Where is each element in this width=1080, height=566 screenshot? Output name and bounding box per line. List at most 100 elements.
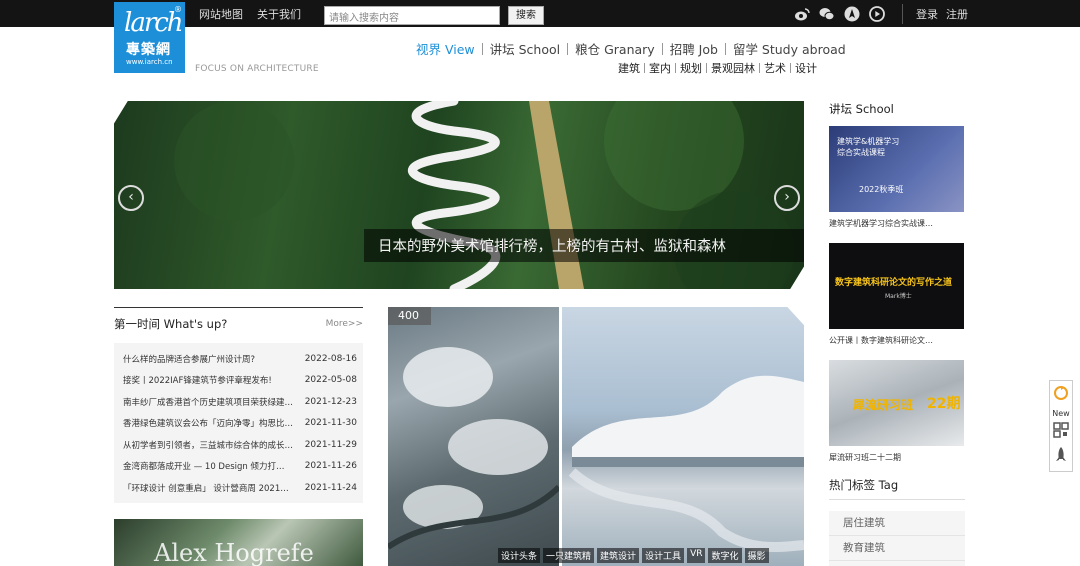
news-date: 2021-11-29: [304, 439, 357, 450]
hero-next-button[interactable]: ›: [774, 185, 800, 211]
account-links: 登录 注册: [916, 0, 968, 27]
card-caption[interactable]: 犀流研习班二十二期: [829, 452, 964, 463]
subnav-planning[interactable]: 规划: [676, 60, 706, 76]
subnav-landscape[interactable]: 景观园林: [707, 60, 759, 76]
news-title[interactable]: 金湾商都落成开业 — 10 Design 倾力打…: [123, 460, 295, 472]
subnav-design[interactable]: 设计: [791, 60, 821, 76]
tag-link[interactable]: 教育建筑: [829, 536, 965, 561]
thumbnail-text: Alex Hogrefe: [154, 539, 314, 566]
floating-toolbar: New: [1049, 380, 1073, 472]
whats-up-title: 第一时间 What's up?: [114, 316, 228, 331]
card-caption[interactable]: 公开课丨数字建筑科研论文…: [829, 335, 964, 346]
qrcode-icon[interactable]: [1053, 422, 1069, 442]
register-link[interactable]: 注册: [946, 6, 968, 22]
news-title[interactable]: 南丰纱厂成香港首个历史建筑项目荣获绿建…: [123, 396, 295, 408]
news-title[interactable]: 「环球设计 创意重启」 设计營商周 2021…: [123, 482, 295, 494]
news-title[interactable]: 从初学者到引领者，三益城市综合体的成长…: [123, 439, 295, 451]
hero-slider[interactable]: ‹ › 日本的野外美术馆排行榜，上榜的有古村、监狱和森林: [114, 101, 804, 289]
news-date: 2021-11-26: [304, 461, 357, 472]
news-date: 2021-11-24: [304, 482, 357, 493]
logo-cjk: 專築網: [126, 42, 171, 58]
card-image-title: 犀流研习班: [853, 398, 914, 412]
card-image-sub: Mark博士: [885, 293, 912, 300]
sitemap-link[interactable]: 网站地图: [199, 6, 243, 22]
subnav-art[interactable]: 艺术: [760, 60, 790, 76]
whats-up-header: 第一时间 What's up? More>>: [114, 307, 363, 339]
tag-chip[interactable]: 一只建筑精: [543, 548, 595, 563]
list-item[interactable]: 从初学者到引领者，三益城市综合体的成长… 2021-11-29: [123, 434, 357, 456]
nav-school[interactable]: 讲坛 School: [483, 39, 567, 58]
news-title[interactable]: 香港绿色建筑议会公布「迈向净零」构思比…: [123, 417, 295, 429]
list-item[interactable]: 金湾商都落成开业 — 10 Design 倾力打… 2021-11-26: [123, 456, 357, 478]
hero-prev-button[interactable]: ‹: [118, 185, 144, 211]
hot-tags: 居住建筑 教育建筑: [829, 511, 965, 566]
list-item[interactable]: 什么样的品牌适合参展广州设计周? 2022-08-16: [123, 348, 357, 370]
subnav-architecture[interactable]: 建筑: [618, 60, 644, 76]
hero-caption[interactable]: 日本的野外美术馆排行榜，上榜的有古村、监狱和森林: [364, 229, 804, 262]
news-date: 2021-11-30: [304, 418, 357, 429]
nav-granary[interactable]: 粮仓 Granary: [568, 39, 662, 58]
tagline: FOCUS ON ARCHITECTURE: [195, 64, 319, 74]
news-title[interactable]: 什么样的品牌适合参展广州设计周?: [123, 353, 295, 365]
lotus-icon[interactable]: [844, 6, 860, 22]
sub-nav: 建筑 室内 规划 景观园林 艺术 设计: [618, 60, 821, 76]
nav-view[interactable]: 视界 View: [416, 39, 482, 58]
refresh-icon[interactable]: [1053, 385, 1069, 405]
feature-article[interactable]: 400 设计头条 一只建筑精 建筑设计 设计工具 VR 数字化 摄影: [388, 307, 804, 566]
card-image-sub: 2022秋季班: [859, 185, 904, 194]
search-input[interactable]: 请输入搜索内容: [324, 6, 500, 25]
news-date: 2022-08-16: [304, 353, 357, 364]
new-label[interactable]: New: [1052, 409, 1069, 418]
tags-title: 热门标签 Tag: [829, 477, 965, 500]
top-links: 网站地图 关于我们: [199, 0, 301, 27]
news-date: 2021-12-23: [304, 396, 357, 407]
news-list: 什么样的品牌适合参展广州设计周? 2022-08-16 接奖丨2022IAF锋建筑…: [114, 343, 363, 503]
card-image: 建筑学&机器学习 综合实战课程 2022秋季班: [829, 126, 964, 212]
school-title: 讲坛 School: [829, 102, 894, 116]
logo-url: www.iarch.cn: [126, 58, 173, 66]
search-button[interactable]: 搜索: [508, 6, 544, 25]
logo-latin: larch: [124, 8, 184, 38]
tag-chip[interactable]: 摄影: [744, 548, 769, 563]
card-caption[interactable]: 建筑学机器学习综合实战课…: [829, 218, 964, 229]
card-image-title: 数字建筑科研论文的写作之道: [835, 278, 953, 288]
tag-chip[interactable]: 设计工具: [642, 548, 685, 563]
wechat-icon[interactable]: [819, 6, 835, 22]
login-link[interactable]: 登录: [916, 6, 938, 22]
article-thumbnail[interactable]: Alex Hogrefe: [114, 519, 363, 566]
school-card[interactable]: 数字建筑科研论文的写作之道 Mark博士 公开课丨数字建筑科研论文…: [829, 243, 964, 346]
rocket-icon[interactable]: [1053, 446, 1069, 468]
list-item[interactable]: 「环球设计 创意重启」 设计營商周 2021… 2021-11-24: [123, 477, 357, 499]
main-nav: 视界 View 讲坛 School 粮仓 Granary 招聘 Job 留学 S…: [416, 39, 853, 58]
tag-link[interactable]: 居住建筑: [829, 511, 965, 536]
card-image: 数字建筑科研论文的写作之道 Mark博士: [829, 243, 964, 329]
about-link[interactable]: 关于我们: [257, 6, 301, 22]
site-logo[interactable]: ® larch 專築網 www.iarch.cn: [114, 2, 185, 73]
weibo-icon[interactable]: [794, 6, 810, 22]
nav-study-abroad[interactable]: 留学 Study abroad: [726, 39, 853, 58]
news-title[interactable]: 接奖丨2022IAF锋建筑节参评章程发布!: [123, 374, 295, 386]
news-date: 2022-05-08: [304, 375, 357, 386]
tag-chip[interactable]: 建筑设计: [597, 548, 640, 563]
feature-image-aerial: [388, 307, 562, 566]
card-image-title: 建筑学&机器学习 综合实战课程: [837, 137, 900, 157]
social-links: [794, 6, 885, 22]
card-image: 犀流研习班 22期: [829, 360, 964, 446]
tag-chip[interactable]: 设计头条: [498, 548, 541, 563]
list-item[interactable]: 香港绿色建筑议会公布「迈向净零」构思比… 2021-11-30: [123, 413, 357, 435]
school-card[interactable]: 建筑学&机器学习 综合实战课程 2022秋季班 建筑学机器学习综合实战课…: [829, 126, 964, 229]
tag-chip[interactable]: VR: [687, 548, 706, 563]
subnav-interior[interactable]: 室内: [645, 60, 675, 76]
play-icon[interactable]: [869, 6, 885, 22]
tag-chip[interactable]: 数字化: [708, 548, 742, 563]
whats-up-section: 第一时间 What's up? More>>: [114, 307, 363, 339]
more-link[interactable]: More>>: [326, 319, 363, 329]
card-image-sub: 22期: [927, 396, 961, 412]
nav-job[interactable]: 招聘 Job: [663, 39, 725, 58]
topbar-divider: [902, 4, 903, 24]
feature-image-building: [562, 307, 804, 566]
school-card[interactable]: 犀流研习班 22期 犀流研习班二十二期: [829, 360, 964, 463]
feature-tags: 设计头条 一只建筑精 建筑设计 设计工具 VR 数字化 摄影: [498, 548, 769, 563]
list-item[interactable]: 接奖丨2022IAF锋建筑节参评章程发布! 2022-05-08: [123, 370, 357, 392]
list-item[interactable]: 南丰纱厂成香港首个历史建筑项目荣获绿建… 2021-12-23: [123, 391, 357, 413]
